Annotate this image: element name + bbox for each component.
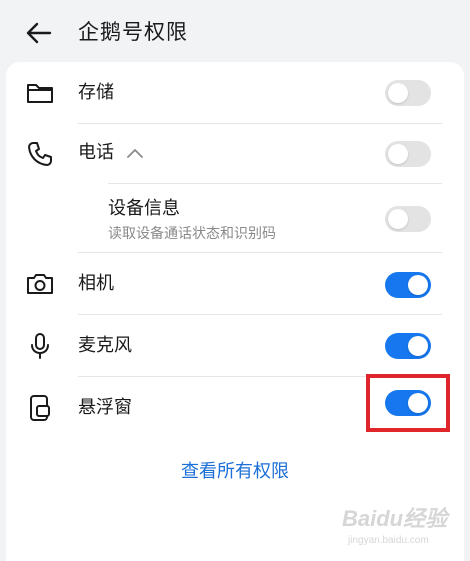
watermark: Baidu经验 jingyan.baidu.com — [342, 501, 462, 553]
phone-icon — [24, 138, 56, 170]
watermark-url: jingyan.baidu.com — [348, 535, 429, 546]
permission-label: 设备信息 — [108, 198, 180, 219]
permission-row-phone: 电话 — [6, 124, 464, 184]
permission-row-device-info: 设备信息 读取设备通话状态和识别码 — [6, 184, 464, 252]
watermark-logo: Baidu经验 — [342, 506, 448, 531]
microphone-toggle[interactable] — [385, 333, 431, 359]
camera-icon — [24, 268, 56, 300]
camera-toggle[interactable] — [385, 272, 431, 298]
folder-icon — [24, 77, 56, 109]
microphone-icon — [24, 330, 56, 362]
permission-label: 相机 — [78, 273, 114, 294]
back-arrow-icon — [26, 22, 52, 44]
permission-label: 麦克风 — [78, 335, 132, 356]
permission-description: 读取设备通话状态和识别码 — [108, 226, 276, 242]
back-button[interactable] — [22, 16, 56, 50]
page-title: 企鹅号权限 — [78, 20, 188, 44]
phone-toggle[interactable] — [385, 141, 431, 167]
header-bar: 企鹅号权限 — [0, 0, 470, 62]
permission-row-camera: 相机 — [6, 253, 464, 314]
view-all-permissions-link[interactable]: 查看所有权限 — [0, 459, 470, 485]
permissions-card: 存储 电话 设备信息 读取设备通话状态和识别码 相机 麦克风 悬浮窗 — [6, 62, 464, 561]
device-info-toggle[interactable] — [385, 206, 431, 232]
floating-window-icon — [24, 392, 56, 424]
highlight-box — [366, 374, 450, 432]
permission-row-microphone: 麦克风 — [6, 315, 464, 376]
chevron-up-icon[interactable] — [126, 144, 144, 162]
permission-label: 电话 — [78, 142, 114, 163]
storage-toggle[interactable] — [385, 80, 431, 106]
permission-label: 存储 — [78, 82, 114, 103]
permission-row-storage: 存储 — [6, 62, 464, 124]
permission-label: 悬浮窗 — [78, 397, 132, 418]
